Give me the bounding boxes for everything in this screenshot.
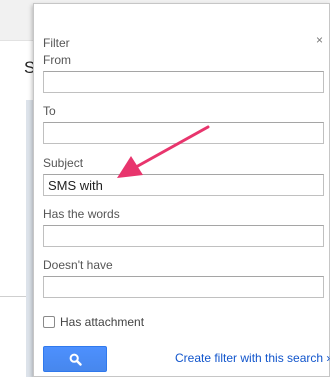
filter-title: Filter [43,36,70,50]
has-words-field[interactable] [43,225,324,247]
doesnt-have-label: Doesn't have [43,258,113,272]
has-attachment-option[interactable]: Has attachment [43,315,144,329]
close-icon[interactable]: × [316,34,323,46]
has-attachment-label: Has attachment [60,315,145,329]
has-words-label: Has the words [43,207,120,221]
create-filter-link[interactable]: Create filter with this search » [175,351,330,365]
to-label: To [43,104,56,118]
magnifier-icon [69,353,82,366]
search-button[interactable] [43,346,107,372]
filter-dropdown: Filter × From To Subject Has the words D… [33,3,330,377]
from-field[interactable] [43,71,324,93]
has-attachment-checkbox[interactable] [43,316,55,328]
to-field[interactable] [43,122,324,144]
from-label: From [43,53,71,67]
subject-field[interactable] [43,174,324,196]
doesnt-have-field[interactable] [43,276,324,298]
subject-label: Subject [43,156,84,170]
